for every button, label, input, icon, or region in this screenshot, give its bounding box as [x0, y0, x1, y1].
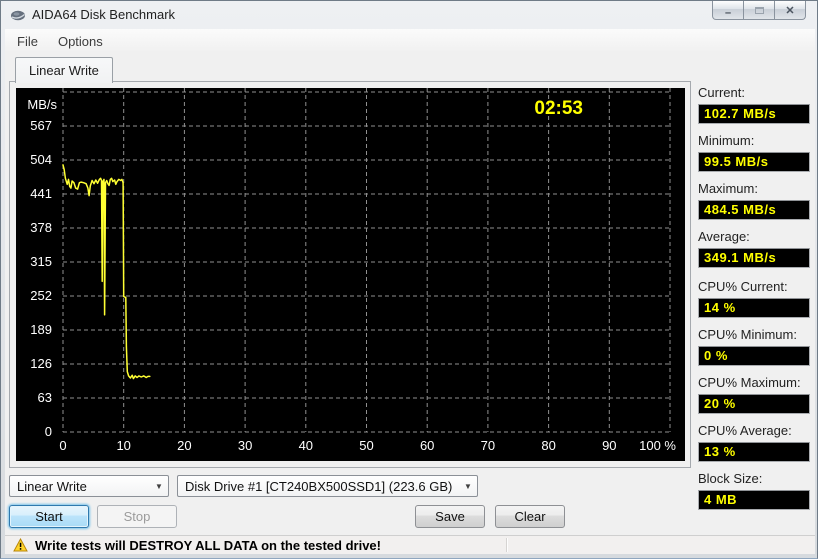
svg-text:30: 30 — [238, 438, 252, 453]
stat-group: CPU% Average: 13 % — [698, 423, 810, 462]
window-title: AIDA64 Disk Benchmark — [32, 7, 176, 22]
svg-text:100 %: 100 % — [639, 438, 676, 453]
chevron-down-icon: ▼ — [464, 481, 472, 491]
tab-page: MB/s 567 504 441 378 315 252 189 126 63 0 0 10 20 30 40… — [9, 81, 691, 468]
client-area: File Options Linear Write MB/s 567 504 441 3… — [5, 29, 815, 535]
stats-panel: Current: 102.7 MB/s Minimum: 99.5 MB/s Maxim… — [698, 79, 810, 519]
svg-text:63: 63 — [38, 390, 52, 405]
svg-text:20: 20 — [177, 438, 191, 453]
stat-label: Minimum: — [698, 133, 755, 148]
svg-text:504: 504 — [30, 152, 52, 167]
stat-label: Maximum: — [698, 181, 758, 196]
stat-value: 102.7 MB/s — [698, 104, 810, 124]
svg-text:50: 50 — [359, 438, 373, 453]
svg-text:40: 40 — [299, 438, 313, 453]
warning-icon — [13, 538, 28, 552]
maximize-icon — [754, 6, 764, 14]
stat-label: CPU% Average: — [698, 423, 792, 438]
stat-label: CPU% Current: — [698, 279, 788, 294]
stat-group: CPU% Minimum: 0 % — [698, 327, 810, 366]
svg-text:90: 90 — [602, 438, 616, 453]
stat-label: Average: — [698, 229, 750, 244]
svg-text:0: 0 — [45, 424, 52, 439]
status-warning-text: Write tests will DESTROY ALL DATA on the… — [35, 537, 381, 553]
menu-bar: File Options — [5, 29, 815, 53]
stop-button[interactable]: Stop — [97, 505, 177, 528]
stat-group: CPU% Maximum: 20 % — [698, 375, 810, 414]
stat-value: 349.1 MB/s — [698, 248, 810, 268]
menu-file[interactable]: File — [7, 30, 48, 53]
benchmark-chart-svg: MB/s 567 504 441 378 315 252 189 126 63 00 10 20 30 40… — [27, 88, 676, 453]
stat-label: CPU% Minimum: — [698, 327, 797, 342]
stat-value: 0 % — [698, 346, 810, 366]
stat-value: 13 % — [698, 442, 810, 462]
window-controls: – ✕ — [712, 1, 806, 20]
menu-options[interactable]: Options — [48, 30, 113, 53]
stat-label: CPU% Maximum: — [698, 375, 801, 390]
stat-group: Maximum: 484.5 MB/s — [698, 181, 810, 220]
maximize-button[interactable] — [743, 1, 775, 20]
drive-select-value: Disk Drive #1 [CT240BX500SSD1] (223.6 GB… — [185, 478, 453, 494]
status-bar: Write tests will DESTROY ALL DATA on the… — [5, 535, 815, 554]
save-button[interactable]: Save — [415, 505, 485, 528]
app-window: AIDA64 Disk Benchmark – ✕ File Options L… — [0, 0, 818, 559]
clear-button[interactable]: Clear — [495, 505, 565, 528]
svg-text:378: 378 — [30, 220, 52, 235]
svg-text:567: 567 — [30, 118, 52, 133]
svg-text:441: 441 — [30, 186, 52, 201]
benchmark-chart: MB/s 567 504 441 378 315 252 189 126 63 0 0 10 20 30 40… — [16, 88, 685, 461]
stat-value: 99.5 MB/s — [698, 152, 810, 172]
stat-group: Average: 349.1 MB/s — [698, 229, 810, 268]
svg-text:252: 252 — [30, 288, 52, 303]
tab-linear-write[interactable]: Linear Write — [15, 57, 113, 83]
svg-text:MB/s: MB/s — [27, 97, 57, 112]
stat-group: Block Size: 4 MB — [698, 471, 810, 510]
chevron-down-icon: ▼ — [155, 481, 163, 491]
stat-value: 4 MB — [698, 490, 810, 510]
stat-label: Current: — [698, 85, 745, 100]
tab-label: Linear Write — [29, 63, 99, 78]
svg-text:02:53: 02:53 — [534, 98, 583, 119]
svg-text:126: 126 — [30, 356, 52, 371]
test-type-value: Linear Write — [17, 478, 87, 494]
minimize-button[interactable]: – — [712, 1, 744, 20]
svg-text:10: 10 — [116, 438, 130, 453]
minimize-icon: – — [724, 7, 732, 19]
test-type-select[interactable]: Linear Write ▼ — [9, 475, 169, 497]
stat-label: Block Size: — [698, 471, 763, 486]
stat-group: Current: 102.7 MB/s — [698, 85, 810, 124]
drive-select[interactable]: Disk Drive #1 [CT240BX500SSD1] (223.6 GB… — [177, 475, 478, 497]
statusbar-separator — [506, 538, 507, 552]
svg-text:189: 189 — [30, 322, 52, 337]
close-icon: ✕ — [785, 4, 795, 17]
stat-value: 14 % — [698, 298, 810, 318]
close-button[interactable]: ✕ — [774, 1, 806, 20]
stat-value: 20 % — [698, 394, 810, 414]
stat-group: CPU% Current: 14 % — [698, 279, 810, 318]
stat-value: 484.5 MB/s — [698, 200, 810, 220]
title-bar: AIDA64 Disk Benchmark – ✕ — [1, 1, 817, 29]
svg-text:0: 0 — [59, 438, 66, 453]
svg-text:80: 80 — [541, 438, 555, 453]
stat-group: Minimum: 99.5 MB/s — [698, 133, 810, 172]
start-button[interactable]: Start — [9, 505, 89, 528]
app-icon — [11, 10, 25, 21]
svg-text:60: 60 — [420, 438, 434, 453]
svg-text:315: 315 — [30, 254, 52, 269]
svg-text:70: 70 — [481, 438, 495, 453]
